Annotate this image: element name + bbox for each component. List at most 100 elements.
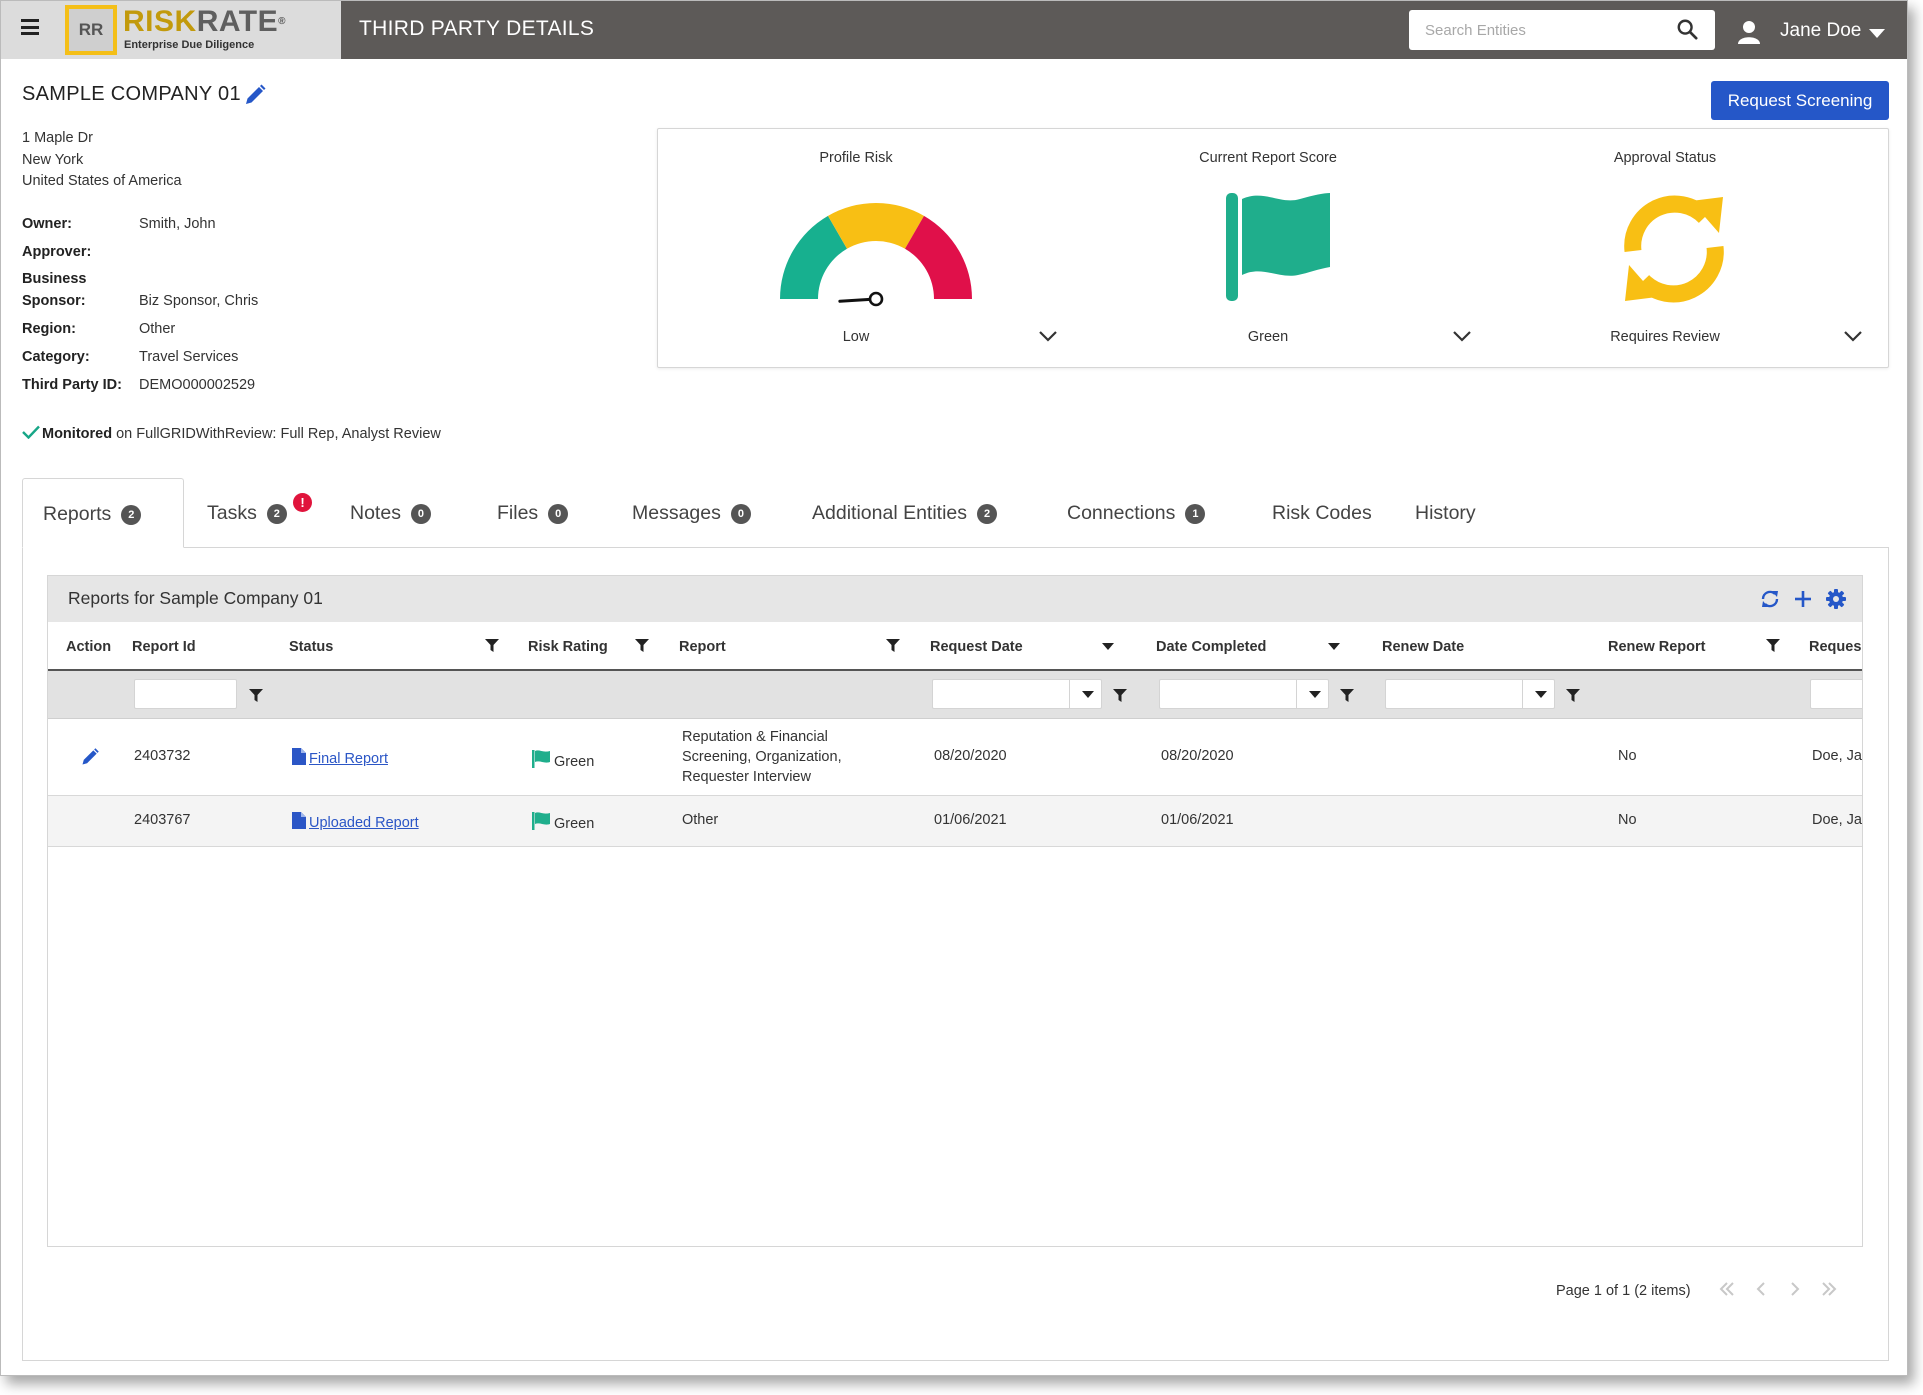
report-score-title: Current Report Score bbox=[1199, 150, 1337, 166]
col-header-risk-rating[interactable]: Risk Rating bbox=[528, 639, 608, 655]
grid-title: Reports for Sample Company 01 bbox=[68, 588, 323, 608]
sync-icon bbox=[1624, 195, 1724, 303]
add-icon[interactable] bbox=[1793, 589, 1813, 609]
sort-caret-icon[interactable] bbox=[1102, 643, 1114, 650]
request-date-cell: 01/06/2021 bbox=[934, 812, 1007, 828]
tab-additional-entities[interactable]: Additional Entities 2 bbox=[812, 478, 998, 548]
previous-page-icon[interactable] bbox=[1751, 1279, 1771, 1299]
col-header-report[interactable]: Report bbox=[679, 639, 726, 655]
uploaded-report-link[interactable]: Uploaded Report bbox=[309, 815, 419, 831]
report-cell: Other bbox=[682, 812, 719, 828]
tab-notes[interactable]: Notes 0 bbox=[350, 478, 431, 548]
filter-icon[interactable] bbox=[1113, 689, 1127, 702]
date-completed-cell: 08/20/2020 bbox=[1161, 748, 1234, 764]
region-label: Region: bbox=[22, 321, 76, 337]
tab-risk-codes[interactable]: Risk Codes bbox=[1272, 478, 1372, 548]
risk-rating-cell: Green bbox=[531, 812, 594, 832]
col-header-status[interactable]: Status bbox=[289, 639, 333, 655]
tab-messages[interactable]: Messages 0 bbox=[632, 478, 751, 548]
chevron-down-icon[interactable] bbox=[1038, 329, 1058, 343]
tab-label: Files bbox=[497, 502, 539, 524]
renew-report-cell: No bbox=[1618, 812, 1637, 828]
logo-wordmark: RISKRATE® bbox=[123, 7, 286, 37]
filter-icon[interactable] bbox=[635, 639, 649, 652]
table-row: 2403732 Final Report Green Reputation & … bbox=[48, 719, 1862, 796]
third-party-id-label: Third Party ID: bbox=[22, 377, 122, 393]
gear-icon[interactable] bbox=[1826, 589, 1846, 609]
search-input[interactable] bbox=[1409, 10, 1715, 50]
col-header-request-date[interactable]: Request Date bbox=[930, 639, 1023, 655]
brand-area: RR RISKRATE® Enterprise Due Diligence bbox=[1, 1, 341, 59]
third-party-id-value: DEMO000002529 bbox=[139, 377, 256, 393]
date-dropdown-icon[interactable] bbox=[1082, 691, 1094, 698]
col-header-renew-date[interactable]: Renew Date bbox=[1382, 639, 1464, 655]
address-line-1: 1 Maple Dr bbox=[22, 130, 93, 146]
report-id-filter-input[interactable] bbox=[134, 679, 237, 709]
owner-value: Smith, John bbox=[139, 216, 216, 232]
address-line-2: New York bbox=[22, 152, 84, 168]
edit-pencil-icon[interactable] bbox=[243, 83, 267, 107]
profile-risk-card: Profile Risk Low bbox=[658, 129, 1057, 369]
filter-icon[interactable] bbox=[1766, 639, 1780, 652]
monitored-status: Monitored on FullGRIDWithReview: Full Re… bbox=[22, 425, 441, 442]
requester-filter-input[interactable] bbox=[1810, 679, 1862, 709]
app-window: RR RISKRATE® Enterprise Due Diligence TH… bbox=[0, 0, 1908, 1376]
tab-tasks[interactable]: Tasks 2 bbox=[207, 478, 287, 548]
final-report-link[interactable]: Final Report bbox=[309, 751, 388, 767]
user-menu-caret-icon[interactable] bbox=[1869, 29, 1885, 38]
tab-label: History bbox=[1415, 502, 1476, 524]
filter-icon[interactable] bbox=[1340, 689, 1354, 702]
col-header-date-completed[interactable]: Date Completed bbox=[1156, 639, 1266, 655]
date-dropdown-icon[interactable] bbox=[1535, 691, 1547, 698]
col-header-renew-report[interactable]: Renew Report bbox=[1608, 639, 1706, 655]
sort-caret-icon[interactable] bbox=[1328, 643, 1340, 650]
hamburger-menu-icon[interactable] bbox=[21, 19, 39, 35]
renew-date-filter-input[interactable] bbox=[1385, 679, 1555, 709]
document-icon bbox=[292, 812, 306, 829]
filter-icon[interactable] bbox=[886, 639, 900, 652]
tab-files[interactable]: Files 0 bbox=[497, 478, 569, 548]
last-page-icon[interactable] bbox=[1819, 1279, 1839, 1299]
tab-count-badge: 0 bbox=[410, 504, 431, 524]
grid-header-row: Action Report Id Status Risk Rating Repo… bbox=[48, 622, 1862, 671]
col-header-report-id[interactable]: Report Id bbox=[132, 639, 196, 655]
report-cell: Reputation & Financial Screening, Organi… bbox=[682, 729, 842, 785]
first-page-icon[interactable] bbox=[1717, 1279, 1737, 1299]
tab-history[interactable]: History bbox=[1415, 478, 1476, 548]
report-id-cell: 2403732 bbox=[134, 748, 191, 764]
approver-label: Approver: bbox=[22, 244, 92, 260]
date-completed-filter-input[interactable] bbox=[1159, 679, 1329, 709]
profile-risk-value: Low bbox=[842, 329, 870, 345]
approval-status-card: Approval Status Requires Review bbox=[1467, 129, 1863, 369]
date-dropdown-icon[interactable] bbox=[1309, 691, 1321, 698]
company-name: SAMPLE COMPANY 01 bbox=[22, 83, 241, 105]
tab-reports[interactable]: Reports 2 bbox=[22, 478, 184, 548]
input-separator bbox=[1522, 680, 1523, 708]
tab-count-badge: 2 bbox=[977, 504, 998, 524]
reports-grid: Reports for Sample Company 01 Action Rep… bbox=[47, 575, 1863, 1247]
user-name[interactable]: Jane Doe bbox=[1780, 20, 1861, 42]
table-row: 2403767 Uploaded Report Green Other 01/0… bbox=[48, 796, 1862, 847]
status-cell: Final Report bbox=[292, 748, 388, 767]
col-header-requester[interactable]: Reques bbox=[1809, 639, 1861, 655]
filter-icon[interactable] bbox=[249, 689, 263, 702]
address-line-3: United States of America bbox=[22, 173, 182, 189]
approval-status-value: Requires Review bbox=[1610, 329, 1720, 345]
edit-pencil-icon[interactable] bbox=[80, 747, 100, 767]
logo-mark: RR bbox=[65, 5, 117, 55]
next-page-icon[interactable] bbox=[1785, 1279, 1805, 1299]
search-icon[interactable] bbox=[1676, 18, 1698, 40]
refresh-icon[interactable] bbox=[1760, 589, 1780, 609]
logo-registered-mark: ® bbox=[278, 16, 287, 27]
filter-icon[interactable] bbox=[485, 639, 499, 652]
approval-status-title: Approval Status bbox=[1613, 150, 1717, 166]
filter-icon[interactable] bbox=[1566, 689, 1580, 702]
tab-connections[interactable]: Connections 1 bbox=[1067, 478, 1206, 548]
request-date-filter-input[interactable] bbox=[932, 679, 1102, 709]
chevron-down-icon[interactable] bbox=[1843, 329, 1863, 343]
logo-rate-text: RATE bbox=[196, 5, 279, 38]
tab-label: Connections bbox=[1067, 502, 1176, 524]
request-screening-button[interactable]: Request Screening bbox=[1711, 81, 1889, 120]
user-icon[interactable] bbox=[1738, 20, 1760, 44]
flag-icon bbox=[1226, 193, 1330, 301]
